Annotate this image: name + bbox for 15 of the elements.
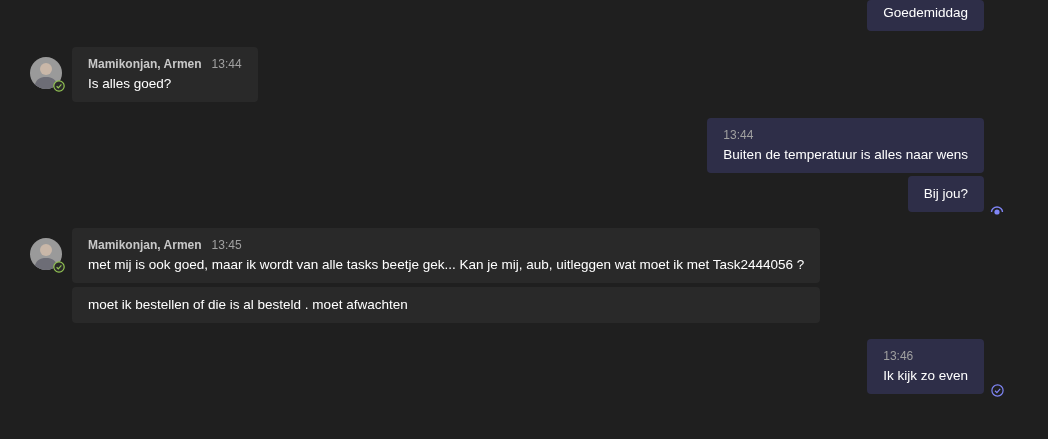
message-time: 13:44 bbox=[211, 57, 242, 71]
message-text: met mij is ook goed, maar ik wordt van alle tasks beetje gek... Kan je mij, aub, uitleggen wat moet ik met Task2444056 ? bbox=[88, 256, 805, 274]
message-text: moet ik bestellen of die is al besteld . moet afwachten bbox=[88, 296, 409, 314]
sender-name: Mamikonjan, Armen bbox=[88, 238, 202, 252]
avatar-figure-icon bbox=[30, 238, 62, 270]
avatar-figure-icon bbox=[30, 57, 62, 89]
message-time: 13:45 bbox=[211, 238, 242, 252]
message-text: Goedemiddag bbox=[883, 4, 968, 22]
sender-name: Mamikonjan, Armen bbox=[88, 57, 202, 71]
message-time: 13:46 bbox=[883, 348, 915, 365]
message-text: Buiten de temperatuur is alles naar wens bbox=[723, 146, 968, 164]
message-time: 13:44 bbox=[723, 127, 755, 144]
message-text: Is alles goed? bbox=[88, 75, 173, 93]
message-text: Ik kijk zo even bbox=[883, 367, 968, 385]
message-text: Bij jou? bbox=[923, 185, 968, 203]
